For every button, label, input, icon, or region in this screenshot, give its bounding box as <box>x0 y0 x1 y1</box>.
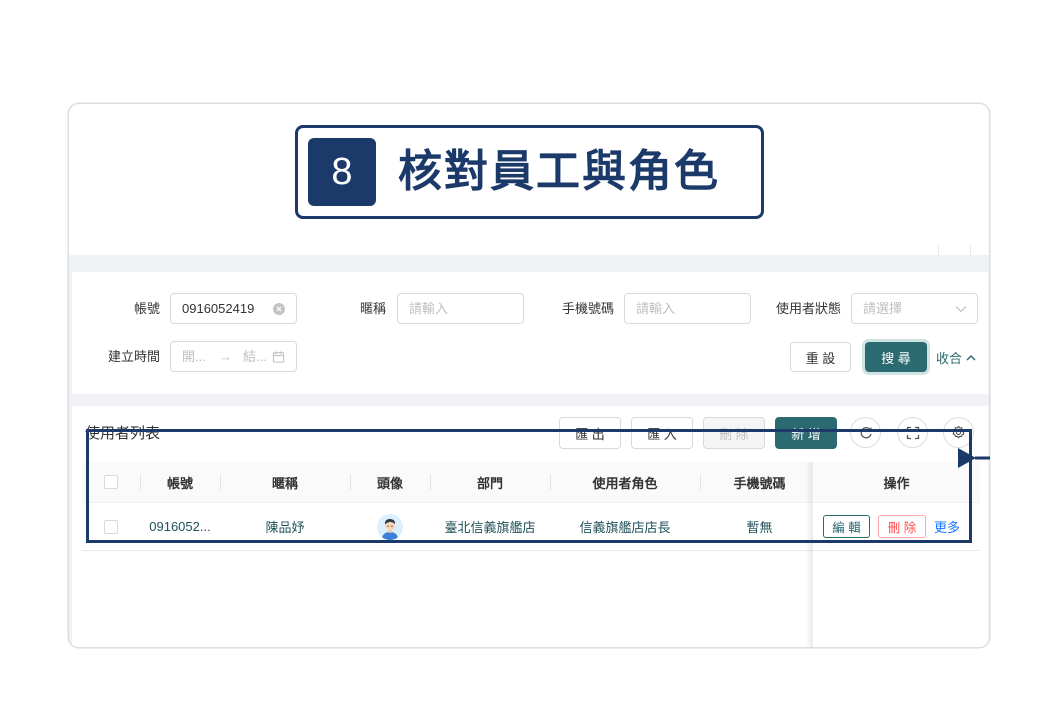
status-placeholder: 請選擇 <box>863 301 903 316</box>
chevron-down-icon <box>955 305 967 313</box>
cell-avatar <box>350 503 430 550</box>
search-button[interactable]: 搜 尋 <box>865 342 927 372</box>
nickname-input[interactable]: 請輸入 <box>397 293 524 324</box>
nickname-placeholder: 請輸入 <box>409 301 449 316</box>
created-time-label: 建立時間 <box>107 349 160 364</box>
reset-button[interactable]: 重 設 <box>790 342 851 372</box>
column-header-account: 帳號 <box>140 462 220 502</box>
row-select-cell <box>82 503 140 550</box>
row-checkbox[interactable] <box>104 519 118 534</box>
column-settings-button[interactable] <box>943 417 974 448</box>
export-button[interactable]: 匯 出 <box>559 417 621 449</box>
add-user-button[interactable]: 新 增 <box>775 417 837 449</box>
bulk-delete-button[interactable]: 刪 除 <box>703 417 765 449</box>
reload-icon <box>859 426 873 440</box>
cell-department: 臺北信義旗艦店 <box>444 520 536 535</box>
account-label: 帳號 <box>133 301 160 316</box>
select-all-checkbox[interactable] <box>104 475 118 489</box>
end-date-input[interactable]: 結... <box>243 342 267 371</box>
user-list-panel: 使用者列表 匯 出 匯 入 刪 除 新 增 帳號 暱稱 頭像 部門 使用者角色 … <box>72 406 988 647</box>
fullscreen-icon <box>906 426 920 440</box>
edit-button[interactable]: 編 輯 <box>823 515 870 538</box>
collapse-toggle[interactable]: 收合 <box>936 342 976 372</box>
table-row: 0916052... 陳品妤 臺北信義旗艦店 信義旗艦店店長 暫無 編 輯 刪 … <box>82 503 980 551</box>
list-title: 使用者列表 <box>85 425 161 442</box>
arrow-icon <box>958 448 990 468</box>
chevron-up-icon <box>966 354 976 361</box>
cell-nickname: 陳品妤 <box>265 520 305 535</box>
cell-phone: 暫無 <box>746 520 773 535</box>
cell-account: 0916052... <box>149 519 211 534</box>
column-header-nickname: 暱稱 <box>220 462 350 502</box>
column-header-department: 部門 <box>430 462 550 502</box>
cell-role: 信義旗艦店店長 <box>579 520 671 535</box>
collapse-label: 收合 <box>936 350 963 366</box>
column-header-phone: 手機號碼 <box>700 462 813 502</box>
nickname-label: 暱稱 <box>359 301 386 316</box>
status-label: 使用者狀態 <box>775 301 841 316</box>
status-select[interactable]: 請選擇 <box>851 293 978 324</box>
user-avatar-icon <box>377 513 403 540</box>
gear-icon <box>951 425 966 440</box>
search-filter-panel: 帳號 0916052419 暱稱 請輸入 手機號碼 請輸入 使用者狀態 請選擇 … <box>72 272 988 394</box>
more-link[interactable]: 更多 <box>934 517 960 536</box>
phone-input[interactable]: 請輸入 <box>624 293 751 324</box>
range-separator: → <box>219 349 232 364</box>
delete-button[interactable]: 刪 除 <box>878 515 926 538</box>
phone-label: 手機號碼 <box>561 301 614 316</box>
import-button[interactable]: 匯 入 <box>631 417 693 449</box>
step-number-badge: 8 <box>308 138 376 206</box>
created-time-range-picker[interactable]: 開... → 結... <box>170 341 297 372</box>
column-header-avatar: 頭像 <box>350 462 430 502</box>
calendar-icon <box>272 350 285 363</box>
start-date-input[interactable]: 開... <box>182 342 206 371</box>
cell-actions: 編 輯 刪 除 更多 <box>813 503 980 550</box>
table-header-row: 帳號 暱稱 頭像 部門 使用者角色 手機號碼 操作 <box>82 462 980 503</box>
step-heading: 8 核對員工與角色 <box>295 125 764 219</box>
close-circle-icon[interactable] <box>273 302 285 315</box>
account-input[interactable]: 0916052419 <box>170 293 297 324</box>
reload-button[interactable] <box>850 417 881 448</box>
column-header-role: 使用者角色 <box>550 462 700 502</box>
phone-placeholder: 請輸入 <box>636 301 676 316</box>
fullscreen-button[interactable] <box>897 417 928 448</box>
guide-card: 8 核對員工與角色 帳號 0916052419 暱稱 請輸入 手機號碼 請輸入 … <box>69 104 989 647</box>
step-title: 核對員工與角色 <box>398 147 720 196</box>
account-input-value: 0916052419 <box>182 301 255 316</box>
user-table: 帳號 暱稱 頭像 部門 使用者角色 手機號碼 操作 0916052... 陳品妤 <box>82 462 980 551</box>
header-select-cell <box>82 462 140 502</box>
